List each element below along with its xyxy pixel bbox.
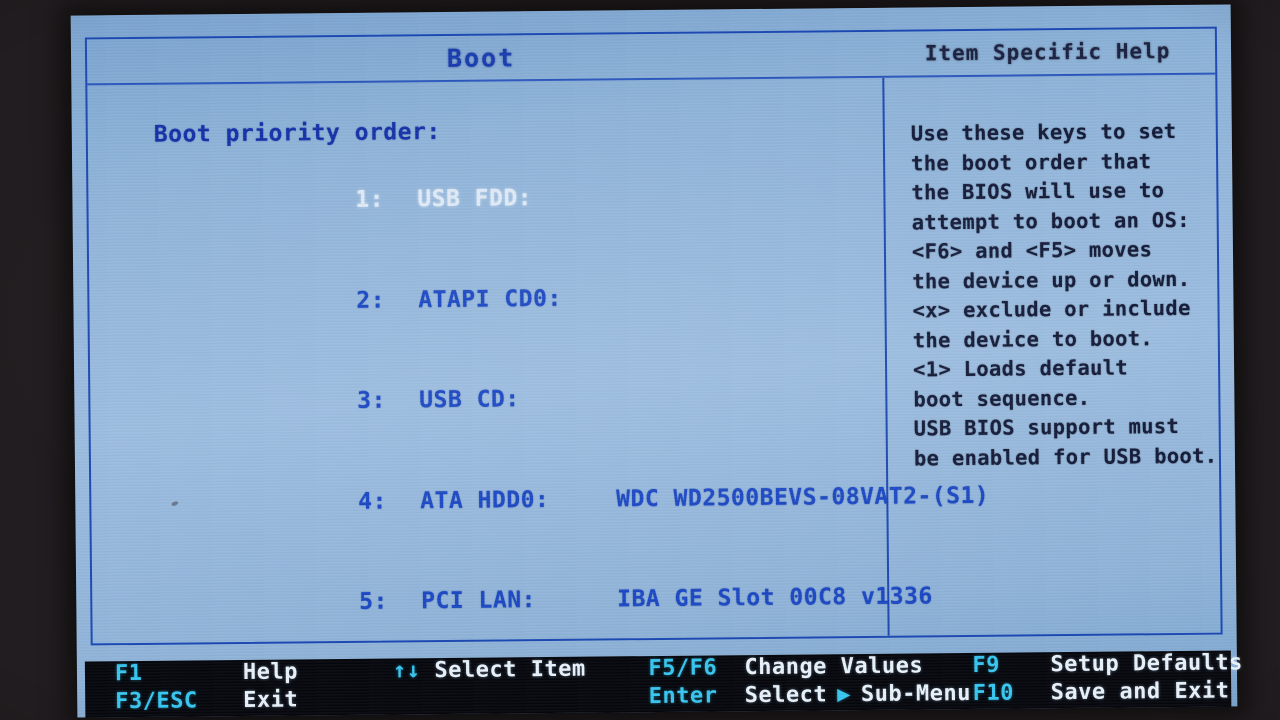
fn-action-label: Setup Defaults xyxy=(1050,650,1243,678)
boot-row-device: ATA HDD0: xyxy=(420,486,550,514)
fn-column-4: F9 Setup Defaults F10 Save and Exit xyxy=(972,650,1243,709)
help-line: the device up or down. xyxy=(912,266,1191,294)
boot-priority-list: 1: USB FDD: 2: ATAPI CD0: 3: USB CD: 4: ATA … xyxy=(154,145,989,720)
boot-row-index: 4: xyxy=(358,488,388,515)
fn-column-1: F1 Help F3/ESC Exit xyxy=(115,659,394,718)
help-line: be enabled for USB boot. xyxy=(913,443,1218,471)
fn-key-label: Enter xyxy=(648,683,718,710)
function-key-bar: F1 Help F3/ESC Exit ↑↓ Select Item F5/F6… xyxy=(84,650,1243,718)
fn-key-label: F10 xyxy=(972,680,1015,706)
boot-row[interactable]: 3: USB CD: xyxy=(156,346,886,453)
fn-action-label: Select Item xyxy=(434,656,586,684)
boot-row[interactable]: 2: ATAPI CD0: xyxy=(155,246,885,353)
help-line: <1> Loads default xyxy=(912,355,1129,382)
boot-row-device: USB CD: xyxy=(419,386,520,414)
page-title: Boot xyxy=(446,42,516,73)
fn-entry-f1[interactable]: F1 Help xyxy=(115,659,393,690)
boot-row-index: 5: xyxy=(359,588,388,615)
bios-setup-window: Boot Item Specific Help Boot priority or… xyxy=(84,26,1223,715)
item-specific-help-pane: Use these keys to set the boot order tha… xyxy=(884,75,1220,636)
fn-action-label: Help xyxy=(242,659,299,685)
boot-row-device: USB FDD: xyxy=(417,185,533,213)
boot-row-description: IBA GE Slot 00C8 v1336 xyxy=(617,583,933,613)
up-down-arrows-icon: ↑↓ xyxy=(392,658,421,684)
boot-order-pane: Boot priority order: 1: USB FDD: 2: ATAPI … xyxy=(87,77,989,715)
boot-row-index: 1: xyxy=(355,186,385,213)
fn-entry-enter[interactable]: Enter Select ▶ Sub-Menu xyxy=(649,681,973,712)
help-line: the BIOS will use to xyxy=(911,178,1165,205)
bios-photo: Boot Item Specific Help Boot priority or… xyxy=(0,0,1280,720)
bios-body: Boot priority order: 1: USB FDD: 2: ATAPI … xyxy=(87,75,1220,715)
fn-entry-f5-f6[interactable]: F5/F6 Change Values xyxy=(648,653,972,684)
fn-column-3: F5/F6 Change Values Enter Select ▶ Sub-M… xyxy=(648,653,973,712)
fn-action-label: Change Values xyxy=(744,653,924,681)
fn-key-label: F5/F6 xyxy=(648,655,718,682)
help-line: Use these keys to set xyxy=(910,118,1177,146)
fn-entry-f10[interactable]: F10 Save and Exit xyxy=(973,678,1244,709)
fn-key-label: F3/ESC xyxy=(115,688,198,715)
fn-entry-f9[interactable]: F9 Setup Defaults xyxy=(972,650,1243,681)
help-line: boot sequence. xyxy=(913,385,1091,412)
fn-entry-select-item[interactable]: ↑↓ Select Item xyxy=(393,656,649,686)
fn-entry-blank xyxy=(393,684,649,714)
help-line: <F6> and <F5> moves xyxy=(911,237,1153,264)
help-line: the device to boot. xyxy=(912,325,1154,353)
fn-action-label: Select xyxy=(744,682,828,709)
help-line: the boot order that xyxy=(910,148,1152,176)
submenu-triangle-icon: ▶ xyxy=(837,682,852,708)
boot-row-index: 2: xyxy=(356,287,386,314)
fn-entry-f3-esc[interactable]: F3/ESC Exit xyxy=(115,687,393,718)
help-line: attempt to boot an OS: xyxy=(911,207,1190,235)
fn-column-2: ↑↓ Select Item xyxy=(393,656,649,714)
fn-key-label: F9 xyxy=(972,652,1001,678)
fn-action-label: Save and Exit xyxy=(1050,678,1230,706)
boot-row-device: ATAPI CD0: xyxy=(418,285,562,313)
boot-row-index: 3: xyxy=(357,387,387,414)
boot-row-device: PCI LAN: xyxy=(421,587,537,615)
fn-submenu-label: Sub-Menu xyxy=(860,680,972,708)
boot-row[interactable]: 5: PCI LAN: IBA GE Slot 00C8 v1336 xyxy=(158,547,933,654)
boot-row[interactable]: 4: ATA HDD0: WDC WD2500BEVS-08VAT2-(S1) xyxy=(157,447,989,554)
boot-row[interactable]: 1: USB FDD: xyxy=(154,145,884,252)
help-panel-title: Item Specific Help xyxy=(924,39,1171,66)
fn-action-label: Exit xyxy=(243,687,299,713)
monitor-screen: Boot Item Specific Help Boot priority or… xyxy=(70,4,1243,718)
fn-key-label: F1 xyxy=(114,660,143,687)
help-line: USB BIOS support must xyxy=(913,413,1180,441)
help-line: <x> exclude or include xyxy=(912,295,1191,323)
